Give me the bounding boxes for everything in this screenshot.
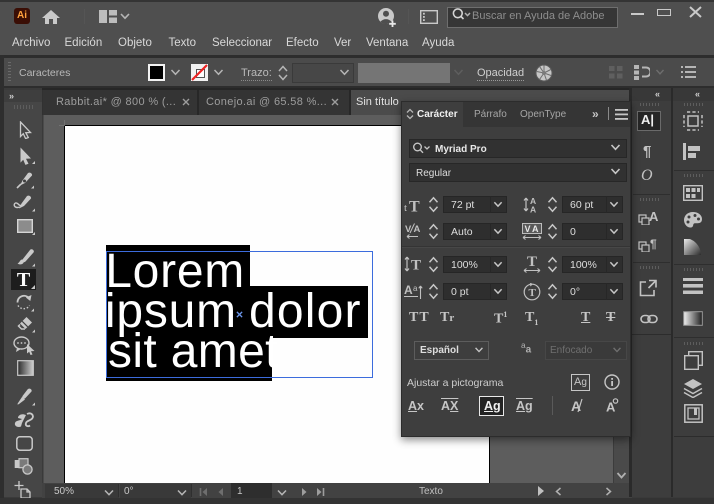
svg-text:T: T [409,199,420,214]
svg-text:V: V [525,224,531,234]
svg-text:A: A [649,209,659,224]
svg-text:A: A [404,283,413,297]
svg-text:T: T [527,255,537,270]
svg-text:T: T [529,287,537,299]
svg-text:t: t [404,202,407,213]
svg-text:V: V [405,224,412,235]
svg-text:¶: ¶ [650,237,657,251]
svg-text:a: a [413,284,418,293]
svg-text:A: A [532,224,539,234]
svg-text:A: A [530,205,536,214]
svg-text:T: T [411,258,421,274]
svg-text:A: A [414,224,421,235]
svg-text:A: A [606,400,616,415]
